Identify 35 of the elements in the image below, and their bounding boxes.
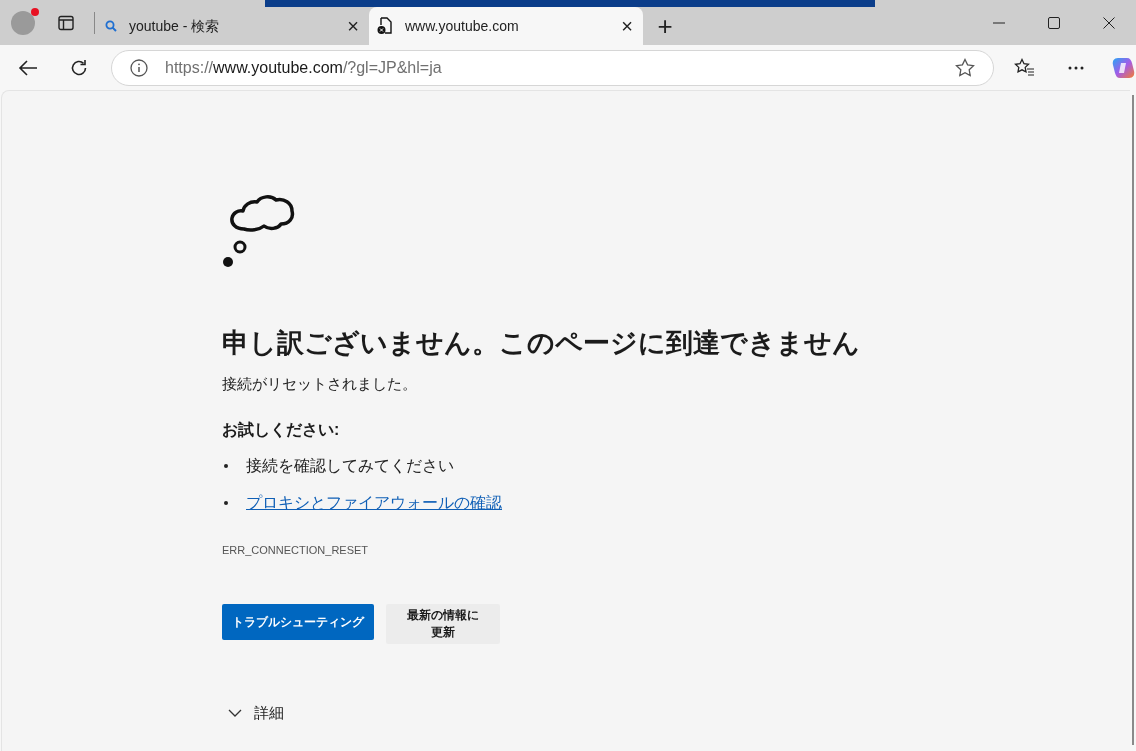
copilot-icon[interactable] [1112, 55, 1136, 80]
details-toggle[interactable]: 詳細 [254, 702, 284, 725]
suggestion-link[interactable]: プロキシとファイアウォールの確認 [246, 491, 502, 515]
tab-close-button[interactable]: × [347, 16, 359, 36]
troubleshoot-button[interactable]: トラブルシューティング [222, 604, 374, 640]
suggestions-title: お試しください: [222, 419, 341, 440]
url-text: https://www.youtube.com/?gl=JP&hl=ja [165, 57, 442, 78]
error-message: 接続がリセットされました。 [222, 374, 418, 394]
browser-tab[interactable]: youtube - 検索 × [95, 7, 369, 45]
minimize-icon[interactable] [992, 21, 1005, 24]
refresh-icon[interactable] [69, 57, 89, 78]
close-icon[interactable] [1102, 16, 1115, 29]
browser-tab[interactable]: www.youtube.com × [369, 7, 643, 45]
refresh-button[interactable]: 最新の情報に更新 [386, 604, 500, 644]
error-code: ERR_CONNECTION_RESET [222, 542, 370, 558]
favorites-icon[interactable] [1014, 57, 1036, 78]
suggestion-text: 接続を確認してみてください [246, 456, 454, 476]
broken-page-icon [377, 17, 393, 35]
bullet-icon [224, 501, 228, 505]
maximize-icon[interactable] [1047, 16, 1060, 29]
tab-title: www.youtube.com [405, 16, 520, 36]
error-heading: 申し訳ございません。このページに到達できません [222, 327, 861, 360]
info-icon[interactable] [130, 58, 148, 77]
search-icon [105, 20, 117, 32]
new-tab-button[interactable]: + [643, 7, 687, 45]
address-bar[interactable]: https://www.youtube.com/?gl=JP&hl=ja [111, 49, 994, 86]
scrollbar[interactable] [1132, 95, 1134, 745]
chevron-icon[interactable] [228, 709, 242, 718]
bullet-icon [224, 464, 228, 468]
back-icon[interactable] [17, 59, 38, 76]
tab-actions-icon[interactable] [58, 14, 74, 31]
tab-close-button[interactable]: × [621, 16, 633, 36]
star-icon[interactable] [955, 57, 975, 78]
more-icon[interactable] [1068, 65, 1084, 70]
tab-title: youtube - 検索 [129, 16, 221, 36]
